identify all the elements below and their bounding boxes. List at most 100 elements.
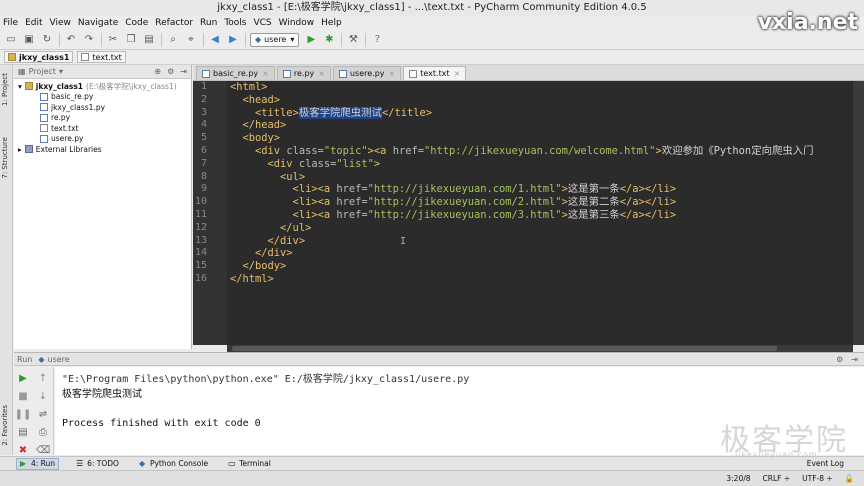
forward-icon[interactable]: ▶	[226, 33, 240, 47]
arrow-up-icon[interactable]: ↑	[36, 371, 50, 385]
menu-vcs[interactable]: VCS	[253, 16, 271, 30]
help-icon[interactable]: ?	[370, 33, 384, 47]
clear-icon[interactable]: ⌫	[36, 443, 50, 457]
breadcrumb-project-label: jkxy_class1	[19, 52, 70, 62]
save-all-icon[interactable]: ▣	[22, 33, 36, 47]
rerun-icon[interactable]: ▶	[16, 371, 30, 385]
code-line: </ul>	[227, 222, 853, 235]
breadcrumb-file[interactable]: text.txt	[77, 51, 126, 63]
editor-vertical-scrollbar[interactable]	[853, 81, 864, 345]
file-encoding[interactable]: UTF-8 ÷	[802, 474, 833, 483]
soft-wrap-icon[interactable]: ⇌	[36, 407, 50, 421]
todo-tool-label: 6: TODO	[87, 459, 119, 468]
line-number: 2	[200, 93, 207, 105]
editor-tabs: basic_re.py × re.py × usere.py × text.tx…	[193, 65, 864, 81]
lock-icon[interactable]: 🔓	[845, 474, 854, 483]
dump-icon[interactable]: ▤	[16, 425, 30, 439]
code-value: "list"	[336, 157, 374, 170]
menu-help[interactable]: Help	[321, 16, 342, 30]
line-number: 11	[194, 208, 207, 220]
undo-icon[interactable]: ↶	[64, 33, 78, 47]
tab-usere[interactable]: usere.py ×	[332, 66, 402, 80]
tree-libraries-label: External Libraries	[35, 144, 102, 154]
find-icon[interactable]: ⌕	[166, 33, 180, 47]
tree-file[interactable]: text.txt	[14, 123, 191, 134]
menu-run[interactable]: Run	[200, 16, 217, 30]
stop-icon[interactable]: ■	[16, 389, 30, 403]
sync-icon[interactable]: ↻	[40, 33, 54, 47]
code-line: <li><a href="http://jikexueyuan.com/3.ht…	[227, 209, 853, 222]
python-console-tool-button[interactable]: ◆ Python Console	[136, 458, 211, 470]
terminal-tool-button[interactable]: ▭ Terminal	[225, 458, 274, 470]
tree-file[interactable]: jkxy_class1.py	[14, 102, 191, 113]
hide-icon[interactable]: ⇥	[851, 355, 858, 364]
structure-tool-button[interactable]: 7: Structure	[1, 137, 9, 179]
toolbar-separator	[365, 32, 367, 47]
arrow-down-icon[interactable]: ↓	[36, 389, 50, 403]
code-editor[interactable]: <html> <head> <title>极客学院爬虫测试</title> </…	[227, 81, 853, 345]
run-icon[interactable]: ▶	[304, 33, 318, 47]
pause-icon[interactable]: ❚❚	[15, 407, 32, 421]
run-panel-config[interactable]: usere	[48, 355, 70, 364]
menu-code[interactable]: Code	[125, 16, 148, 30]
menu-file[interactable]: File	[3, 16, 18, 30]
caret-position[interactable]: 3:20/8	[726, 474, 750, 483]
close-icon[interactable]: ×	[318, 69, 325, 78]
code-token: </body>	[230, 260, 287, 273]
toolbar-separator	[245, 32, 246, 47]
project-tool-button[interactable]: 1: Project	[1, 73, 9, 106]
run-configuration-select[interactable]: ◆ usere ▾	[250, 32, 300, 47]
breadcrumb-project[interactable]: jkxy_class1	[4, 51, 74, 63]
print-icon[interactable]: ⎙	[36, 425, 50, 439]
line-separator[interactable]: CRLF ÷	[763, 474, 791, 483]
close-icon[interactable]: ×	[389, 69, 396, 78]
redo-icon[interactable]: ↷	[82, 33, 96, 47]
favorites-tool-button[interactable]: 2: Favorites	[1, 405, 9, 446]
tree-file[interactable]: re.py	[14, 113, 191, 124]
tree-libraries[interactable]: ▸ External Libraries	[14, 144, 191, 155]
tree-root[interactable]: ▾ jkxy_class1 (E:\极客学院\jkxy_class1)	[14, 81, 191, 92]
close-icon[interactable]: ×	[262, 69, 269, 78]
menu-tools[interactable]: Tools	[224, 16, 246, 30]
project-view-select[interactable]: Project	[29, 67, 56, 76]
tree-file[interactable]: basic_re.py	[14, 92, 191, 103]
copy-icon[interactable]: ❐	[124, 33, 138, 47]
todo-tool-button[interactable]: ☰ 6: TODO	[73, 458, 122, 470]
gear-icon[interactable]: ⚙	[836, 355, 843, 364]
settings-icon[interactable]: ⚒	[346, 33, 360, 47]
event-log-button[interactable]: Event Log	[807, 459, 844, 468]
code-token: <li><a	[230, 196, 337, 209]
code-token: ><a	[367, 144, 393, 157]
menu-window[interactable]: Window	[279, 16, 315, 30]
replace-icon[interactable]: ⌖	[184, 33, 198, 47]
run-tool-button[interactable]: ▶ 4: Run	[16, 457, 60, 470]
menu-view[interactable]: View	[50, 16, 71, 30]
cut-icon[interactable]: ✂	[106, 33, 120, 47]
menu-refactor[interactable]: Refactor	[155, 16, 193, 30]
tree-file[interactable]: usere.py	[14, 134, 191, 145]
paste-icon[interactable]: ▤	[142, 33, 156, 47]
tree-root-path: (E:\极客学院\jkxy_class1)	[86, 81, 177, 91]
sync-icon[interactable]: ⊕	[154, 67, 161, 76]
tab-basic-re[interactable]: basic_re.py ×	[196, 66, 275, 80]
gear-icon[interactable]: ⚙	[167, 67, 174, 76]
close-icon[interactable]: ✖	[16, 443, 30, 457]
menu-edit[interactable]: Edit	[25, 16, 42, 30]
back-icon[interactable]: ◀	[208, 33, 222, 47]
tab-label: usere.py	[349, 69, 385, 78]
line-number: 13	[194, 234, 207, 246]
text-file-icon	[81, 53, 90, 61]
scrollbar-thumb[interactable]	[232, 346, 777, 351]
code-token: </a></li>	[619, 196, 677, 209]
tab-text[interactable]: text.txt ×	[403, 66, 467, 80]
hide-icon[interactable]: ⇥	[180, 67, 187, 76]
console-line: "E:\Program Files\python\python.exe" E:/…	[62, 374, 470, 385]
breadcrumb-file-label: text.txt	[92, 52, 122, 62]
code-token: </div>	[230, 234, 306, 247]
menu-navigate[interactable]: Navigate	[78, 16, 118, 30]
close-icon[interactable]: ×	[454, 69, 461, 78]
code-line: </body>	[227, 260, 853, 273]
open-folder-icon[interactable]: ▭	[4, 33, 18, 47]
tab-re[interactable]: re.py ×	[276, 66, 331, 80]
debug-icon[interactable]: ✱	[322, 33, 336, 47]
